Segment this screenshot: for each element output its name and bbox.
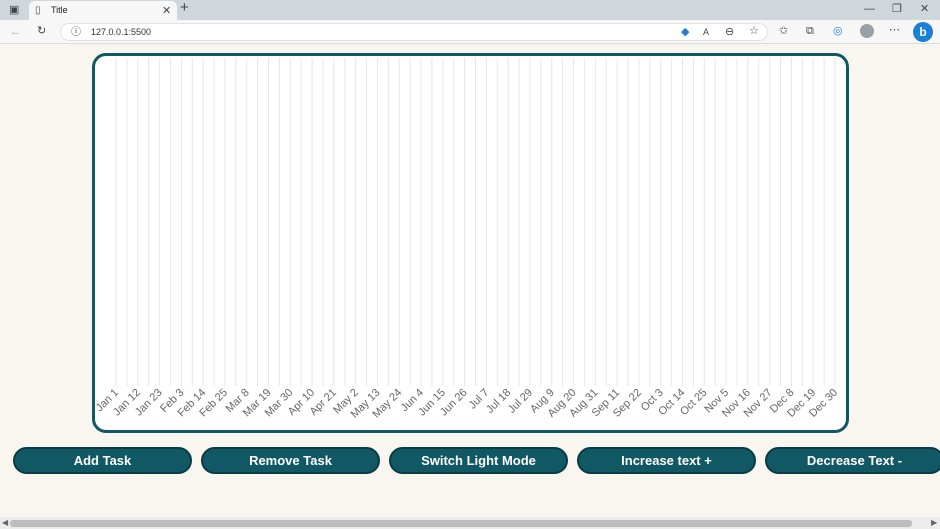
scrollbar-thumb[interactable] <box>10 520 912 527</box>
restore-icon[interactable]: ❐ <box>892 3 902 15</box>
close-tab-icon[interactable]: ✕ <box>162 5 171 17</box>
address-bar: ← ↻ ⓘ 127.0.0.1:5500 ◆ A ⊖ ☆ ✩ ⧉ ◎ ⋯ <box>0 20 940 44</box>
close-window-icon[interactable]: ✕ <box>920 3 929 15</box>
new-tab-button[interactable]: + <box>180 0 189 15</box>
back-icon[interactable]: ← <box>10 26 21 38</box>
bing-icon[interactable]: b <box>913 22 933 42</box>
profile-avatar[interactable] <box>860 24 874 38</box>
remove-task-button[interactable]: Remove Task <box>201 447 380 474</box>
tab-bar: ▣ ▯ Title ✕ + — ❐ ✕ <box>0 0 940 20</box>
tab-actions-icon[interactable]: ▣ <box>9 4 19 16</box>
switch-light-mode-button[interactable]: Switch Light Mode <box>389 447 568 474</box>
tab-title: Title <box>51 5 68 15</box>
favorites-bar-icon[interactable]: ✩ <box>779 25 788 37</box>
page-icon: ▯ <box>35 5 41 16</box>
read-aloud-icon[interactable]: A <box>703 26 709 38</box>
refresh-icon[interactable]: ↻ <box>37 25 46 37</box>
add-task-button[interactable]: Add Task <box>13 447 192 474</box>
favorite-icon[interactable]: ☆ <box>749 25 759 37</box>
info-icon[interactable]: ⓘ <box>71 27 81 39</box>
url-text: 127.0.0.1:5500 <box>91 27 152 37</box>
timeline-chart: Jan 1 Jan 12 Jan 23 Feb 3 Feb 14 Feb 25 Mar 8M… <box>92 53 849 433</box>
chart-canvas: Jan 1Jan 12Jan 23Feb 3Feb 14Feb 25Mar 8M… <box>95 58 840 421</box>
decrease-text-button[interactable]: Decrease Text - <box>765 447 940 474</box>
collections-icon[interactable]: ⧉ <box>806 25 814 37</box>
increase-text-button[interactable]: Increase text + <box>577 447 756 474</box>
minimize-icon[interactable]: — <box>864 3 875 15</box>
x-tick-label: Jul 29 <box>506 387 535 416</box>
extensions-icon[interactable]: ◎ <box>833 25 843 37</box>
more-icon[interactable]: ⋯ <box>889 24 900 36</box>
scroll-right-icon[interactable]: ▶ <box>931 518 937 527</box>
tag-icon[interactable]: ◆ <box>681 26 689 38</box>
browser-tab[interactable]: ▯ Title ✕ <box>29 1 177 20</box>
horizontal-scrollbar[interactable]: ◀ ▶ <box>0 517 940 529</box>
scroll-left-icon[interactable]: ◀ <box>2 518 8 527</box>
url-field[interactable]: ⓘ 127.0.0.1:5500 ◆ A ⊖ ☆ <box>60 23 768 41</box>
zoom-icon[interactable]: ⊖ <box>725 26 734 38</box>
